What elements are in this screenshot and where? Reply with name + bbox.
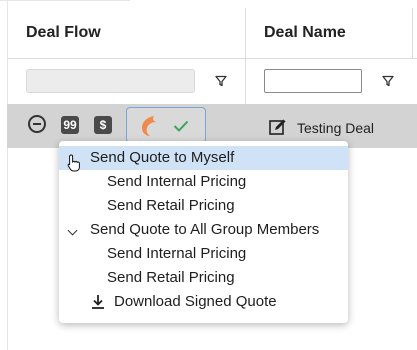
menu-item-label: Send Quote to All Group Members xyxy=(90,221,320,238)
checkmark-icon xyxy=(173,120,189,132)
menu-item-send-quote-to-all-group-members[interactable]: Send Quote to All Group Members xyxy=(59,218,348,242)
chevron-down-icon xyxy=(67,225,78,236)
column-header-deal-flow[interactable]: Deal Flow xyxy=(26,24,101,42)
quote-action-button[interactable] xyxy=(126,107,206,143)
deal-name-filter-input[interactable] xyxy=(264,69,362,93)
dollar-chip-label: $ xyxy=(99,118,107,132)
deal-name-cell[interactable]: Testing Deal xyxy=(297,120,374,136)
menu-item-send-internal-pricing-myself[interactable]: Send Internal Pricing xyxy=(59,170,348,194)
menu-item-label: Download Signed Quote xyxy=(114,293,277,310)
deal-name-filter-icon[interactable] xyxy=(382,75,394,87)
menu-item-send-retail-pricing-myself[interactable]: Send Retail Pricing xyxy=(59,194,348,218)
menu-item-label: Send Retail Pricing xyxy=(107,197,235,214)
quote-icon[interactable]: 99 xyxy=(61,116,79,134)
quote-dropdown-menu: Send Quote to Myself Send Internal Prici… xyxy=(59,141,348,323)
menu-item-label: Send Internal Pricing xyxy=(107,245,247,262)
menu-item-send-retail-pricing-group[interactable]: Send Retail Pricing xyxy=(59,266,348,290)
quote-chip-label: 99 xyxy=(63,118,77,132)
edit-icon[interactable] xyxy=(269,118,287,136)
collapse-circle-icon[interactable] xyxy=(28,115,46,133)
column-separator-right xyxy=(412,8,413,58)
top-border xyxy=(0,0,130,1)
flame-logo-icon xyxy=(142,116,156,136)
menu-item-label: Send Internal Pricing xyxy=(107,173,247,190)
menu-item-download-signed-quote[interactable]: Download Signed Quote xyxy=(59,290,348,314)
menu-item-send-internal-pricing-group[interactable]: Send Internal Pricing xyxy=(59,242,348,266)
menu-item-label: Send Retail Pricing xyxy=(107,269,235,286)
menu-item-label: Send Quote to Myself xyxy=(90,149,235,166)
filter-row xyxy=(7,58,417,105)
menu-item-send-quote-to-myself[interactable]: Send Quote to Myself xyxy=(59,146,348,172)
deal-flow-filter-input xyxy=(26,69,195,93)
column-header-deal-name[interactable]: Deal Name xyxy=(264,24,346,42)
header-row: Deal Flow Deal Name xyxy=(7,8,417,59)
download-icon xyxy=(92,295,104,309)
dollar-icon[interactable]: $ xyxy=(94,116,112,134)
deal-flow-filter-icon[interactable] xyxy=(215,75,227,87)
